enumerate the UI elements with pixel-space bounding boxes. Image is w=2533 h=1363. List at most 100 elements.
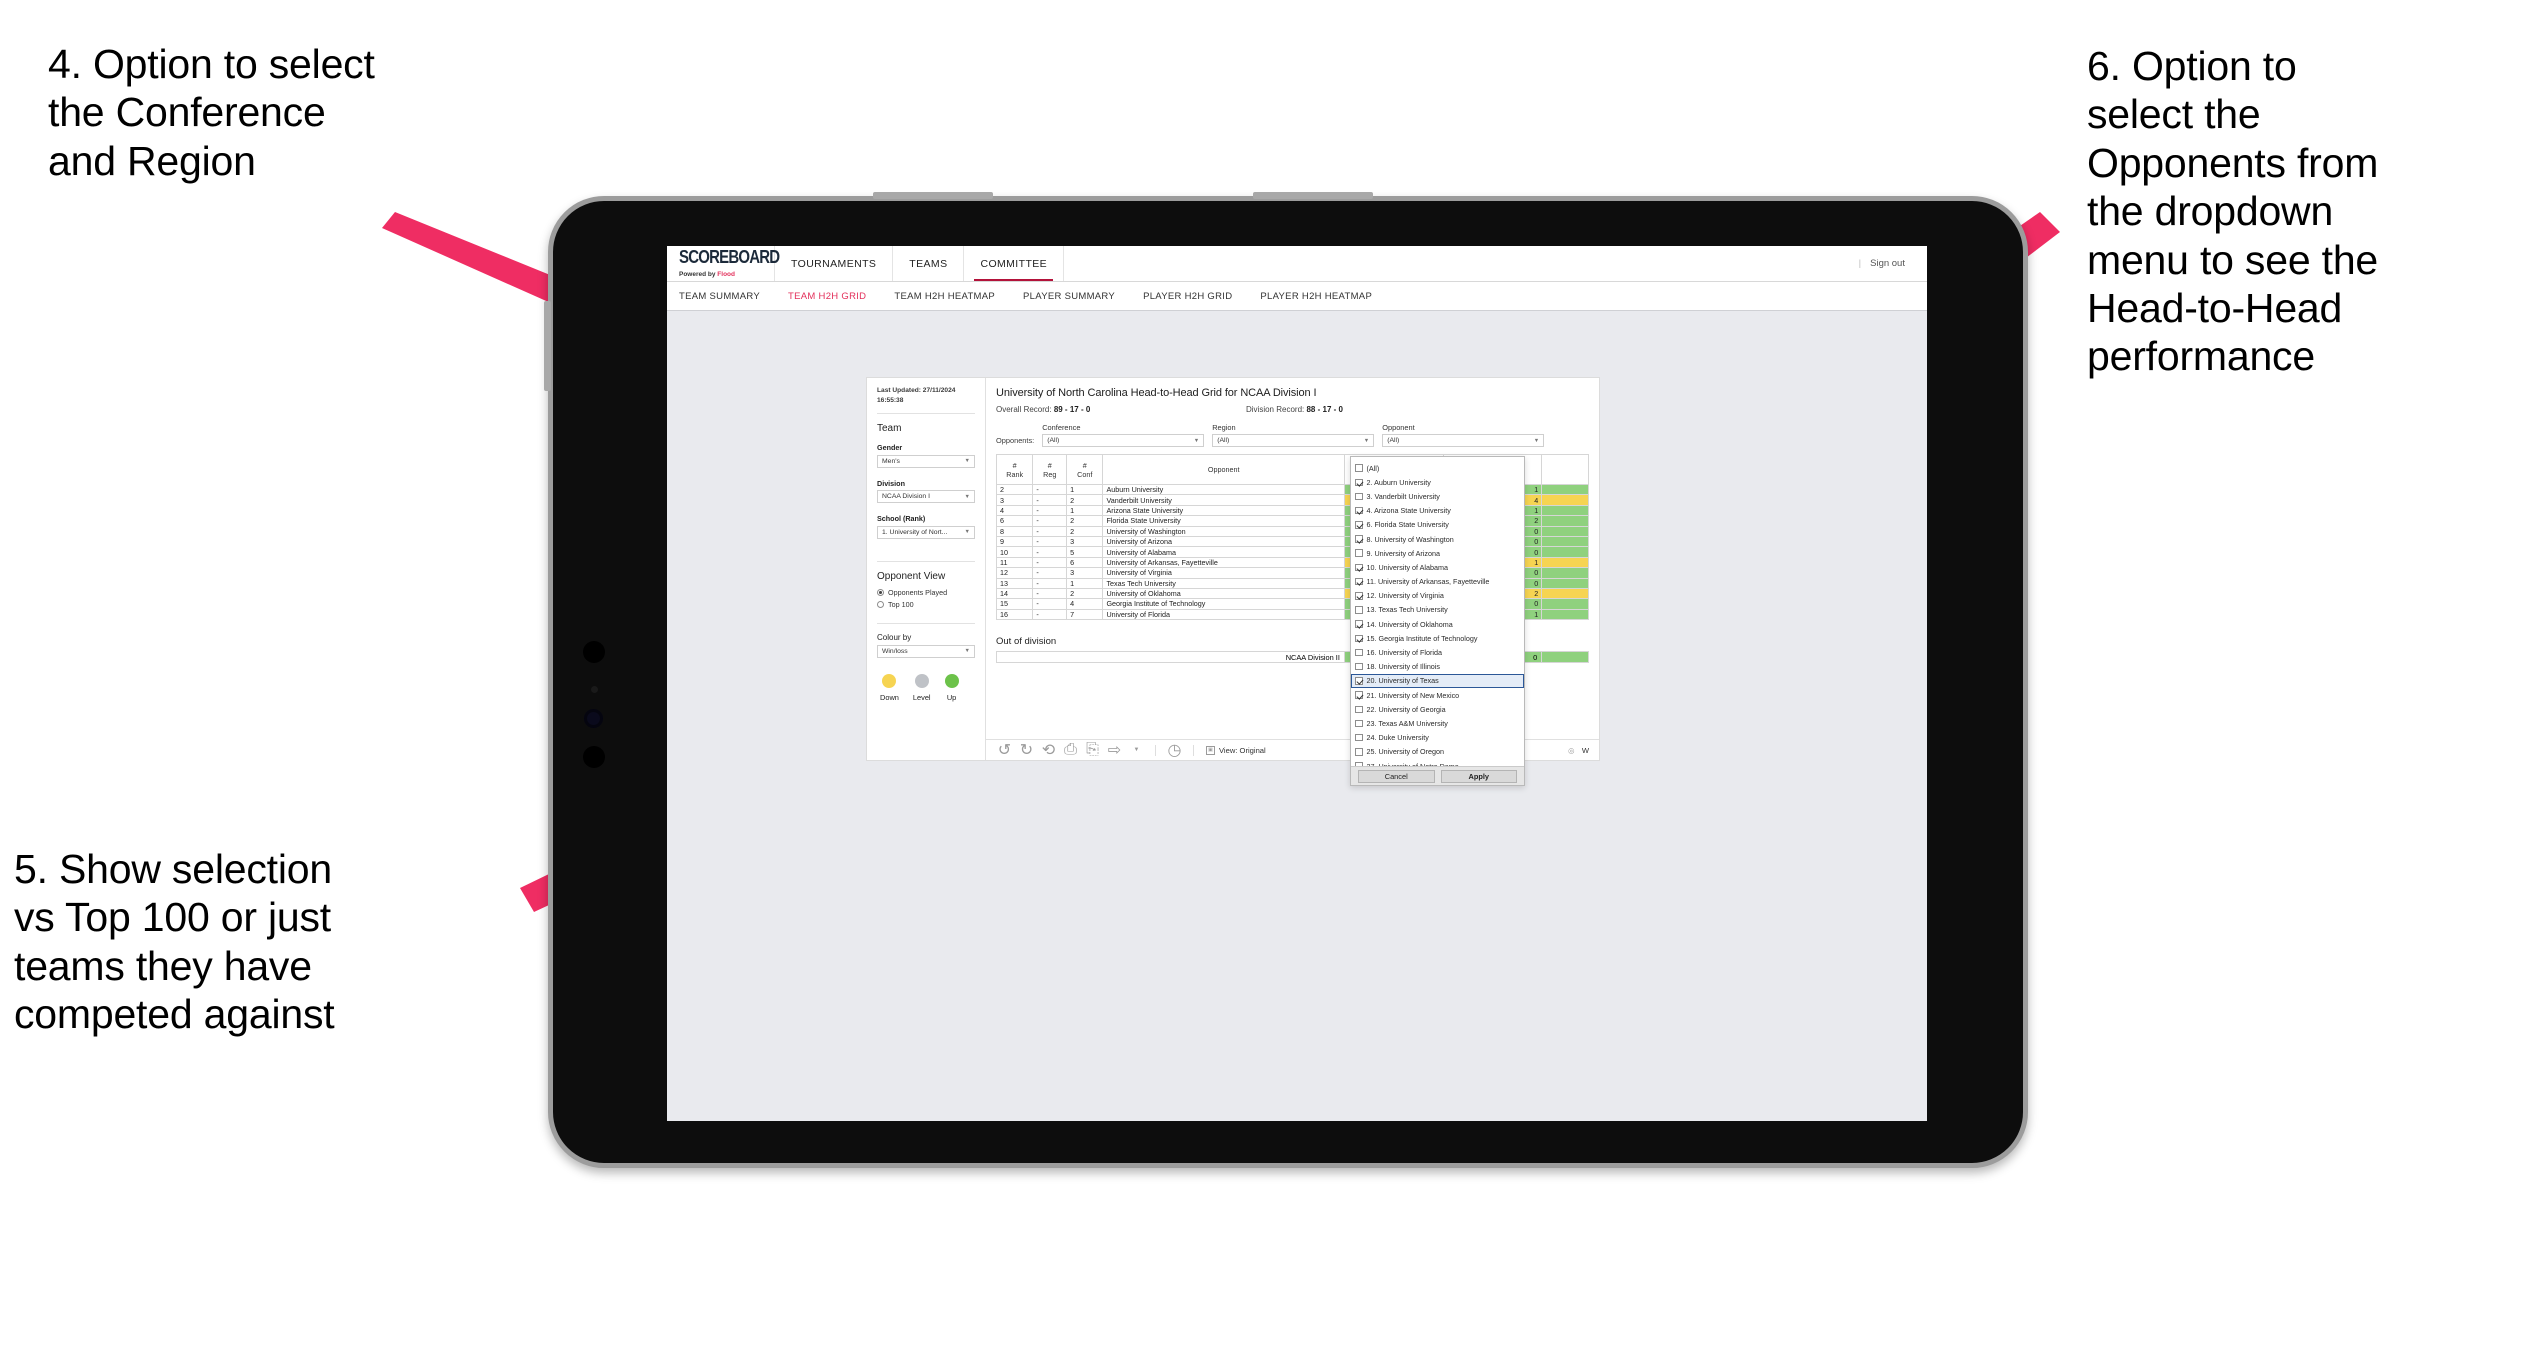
undo-icon[interactable]: ↺ (998, 742, 1011, 759)
division-value: NCAA Division I (882, 493, 930, 501)
checkbox-icon[interactable] (1355, 762, 1363, 766)
col-conf[interactable]: # Conf (1066, 454, 1104, 485)
signout-link[interactable]: Sign out (1870, 258, 1905, 269)
dropdown-option[interactable]: 11. University of Arkansas, Fayetteville (1351, 575, 1524, 589)
checkbox-icon[interactable] (1355, 705, 1363, 714)
checkbox-icon[interactable] (1355, 606, 1363, 614)
dropdown-option[interactable]: 20. University of Texas (1351, 673, 1524, 688)
dropdown-option[interactable]: 15. Georgia Institute of Technology (1351, 631, 1524, 645)
school-rank-field: School (Rank) 1. University of Nort... ▼ (877, 514, 975, 539)
checkbox-icon[interactable] (1355, 492, 1363, 501)
dropdown-option[interactable]: 23. Texas A&M University (1351, 716, 1524, 730)
record-row: Overall Record: 89 - 17 - 0 Division Rec… (996, 405, 1589, 414)
subnav-item-team-h2h-heatmap[interactable]: TEAM H2H HEATMAP (880, 291, 1009, 302)
dropdown-option[interactable]: 6. Florida State University (1351, 518, 1524, 532)
dropdown-option[interactable]: 24. Duke University (1351, 731, 1524, 745)
cell-reg: - (1032, 577, 1068, 589)
subnav-item-team-summary[interactable]: TEAM SUMMARY (679, 291, 774, 302)
division-record: Division Record: 88 - 17 - 0 (1246, 405, 1343, 414)
division-select[interactable]: NCAA Division I ▼ (877, 490, 975, 504)
radio-top-100[interactable]: Top 100 (877, 600, 975, 609)
colour-by-label: Colour by (877, 632, 912, 642)
opponent-select[interactable]: (All) ▼ (1382, 434, 1545, 447)
checkbox-icon[interactable] (1355, 521, 1363, 529)
dropdown-option[interactable]: 22. University of Georgia (1351, 702, 1524, 716)
cancel-button[interactable]: Cancel (1358, 769, 1435, 783)
dropdown-option[interactable]: 21. University of New Mexico (1351, 688, 1524, 702)
checkbox-icon[interactable] (1355, 464, 1363, 472)
subnav-item-player-h2h-grid[interactable]: PLAYER H2H GRID (1129, 291, 1246, 302)
dropdown-option[interactable]: 14. University of Oklahoma (1351, 617, 1524, 631)
last-updated-line1: Last Updated: 27/11/2024 (877, 387, 956, 394)
colour-by-field: Colour by Win/loss ▼ (877, 633, 975, 658)
opponent-dropdown-list[interactable]: (All) 2. Auburn University 3. Vanderbilt U… (1351, 457, 1524, 766)
col-reg[interactable]: # Reg (1032, 454, 1068, 485)
checkbox-icon[interactable] (1355, 733, 1363, 742)
dropdown-option[interactable]: 10. University of Alabama (1351, 560, 1524, 574)
checkbox-icon[interactable] (1355, 648, 1363, 657)
dropdown-option[interactable]: 25. University of Oregon (1351, 745, 1524, 759)
subnav-item-team-h2h-grid[interactable]: TEAM H2H GRID (774, 291, 880, 302)
checkbox-icon[interactable] (1355, 634, 1363, 643)
device-preview-icon[interactable]: ◷ (1168, 742, 1182, 759)
dropdown-option[interactable]: 8. University of Washington (1351, 532, 1524, 546)
conference-select[interactable]: (All) ▼ (1042, 434, 1205, 447)
dropdown-option[interactable]: 3. Vanderbilt University (1351, 489, 1524, 503)
opponent-dropdown-panel[interactable]: (All) 2. Auburn University 3. Vanderbilt U… (1350, 456, 1525, 786)
checkbox-icon[interactable] (1355, 691, 1363, 699)
cell-rank: 10 (995, 546, 1034, 558)
cell-opponent: Texas Tech University (1102, 577, 1345, 589)
colour-by-select[interactable]: Win/loss ▼ (877, 644, 975, 658)
checkbox-icon[interactable] (1355, 620, 1363, 628)
cell-rank: 16 (995, 608, 1034, 621)
app-logo[interactable]: SCOREBOARD Powered by Flood (667, 246, 780, 281)
dropdown-option[interactable]: 13. Texas Tech University (1351, 603, 1524, 617)
dropdown-option[interactable]: 12. University of Virginia (1351, 589, 1524, 603)
apply-button[interactable]: Apply (1440, 769, 1517, 783)
checkbox-icon[interactable] (1355, 677, 1363, 685)
subnav-item-player-h2h-heatmap[interactable]: PLAYER H2H HEATMAP (1246, 291, 1386, 302)
dropdown-option[interactable]: 18. University of Illinois (1351, 660, 1524, 674)
dropdown-option[interactable]: 9. University of Arizona (1351, 546, 1524, 560)
chevron-down-icon: ▼ (964, 648, 970, 655)
cell-conf: 2 (1066, 494, 1104, 506)
dropdown-option[interactable]: 16. University of Florida (1351, 645, 1524, 659)
signout-area: | Sign out (1859, 246, 1927, 281)
checkbox-icon[interactable] (1355, 748, 1363, 756)
division-record-value: 88 - 17 - 0 (1306, 405, 1343, 414)
gender-select[interactable]: Men's ▼ (877, 454, 975, 468)
checkbox-icon[interactable] (1355, 563, 1363, 572)
checkbox-icon[interactable] (1355, 719, 1363, 728)
school-rank-select[interactable]: 1. University of Nort... ▼ (877, 525, 975, 539)
watch-area[interactable]: ◎ W (1565, 744, 1599, 757)
lens-icon (584, 709, 603, 728)
checkbox-icon[interactable] (1355, 506, 1363, 515)
dropdown-option[interactable]: 2. Auburn University (1351, 475, 1524, 489)
region-select[interactable]: (All) ▼ (1212, 434, 1375, 447)
topnav-item-tournaments[interactable]: TOURNAMENTS (775, 246, 894, 281)
checkbox-icon[interactable] (1355, 535, 1363, 543)
region-value: (All) (1217, 437, 1230, 444)
topnav-item-teams[interactable]: TEAMS (893, 246, 965, 281)
dropdown-option[interactable]: 27. University of Notre Dame (1351, 759, 1524, 766)
checkbox-icon[interactable] (1355, 577, 1363, 586)
dropdown-option[interactable]: (All) (1351, 461, 1524, 475)
checkbox-icon[interactable] (1355, 662, 1363, 671)
checkbox-icon[interactable] (1355, 592, 1363, 600)
topnav-item-committee[interactable]: COMMITTEE (964, 246, 1065, 281)
dropdown-option[interactable]: 4. Arizona State University (1351, 504, 1524, 518)
revert-icon[interactable]: ⟲ (1042, 742, 1055, 759)
checkbox-icon[interactable] (1355, 478, 1363, 487)
subnav-item-player-summary[interactable]: PLAYER SUMMARY (1009, 291, 1129, 302)
col-opponent[interactable]: Opponent (1102, 454, 1345, 485)
opponent-label: Opponent (1382, 423, 1415, 432)
col-rank[interactable]: # Rank (995, 454, 1034, 485)
refresh-data-icon[interactable]: ⎙ (1064, 741, 1077, 758)
share-icon[interactable]: ⇨ (1108, 742, 1121, 759)
pause-updates-icon[interactable]: ⎘ (1086, 741, 1099, 758)
redo-icon[interactable]: ↻ (1020, 742, 1033, 759)
view-original-button[interactable]: ▣ View: Original (1206, 745, 1266, 755)
chevron-down-icon[interactable]: ▼ (1130, 744, 1143, 757)
checkbox-icon[interactable] (1355, 549, 1363, 557)
radio-opponents-played[interactable]: Opponents Played (877, 588, 975, 597)
